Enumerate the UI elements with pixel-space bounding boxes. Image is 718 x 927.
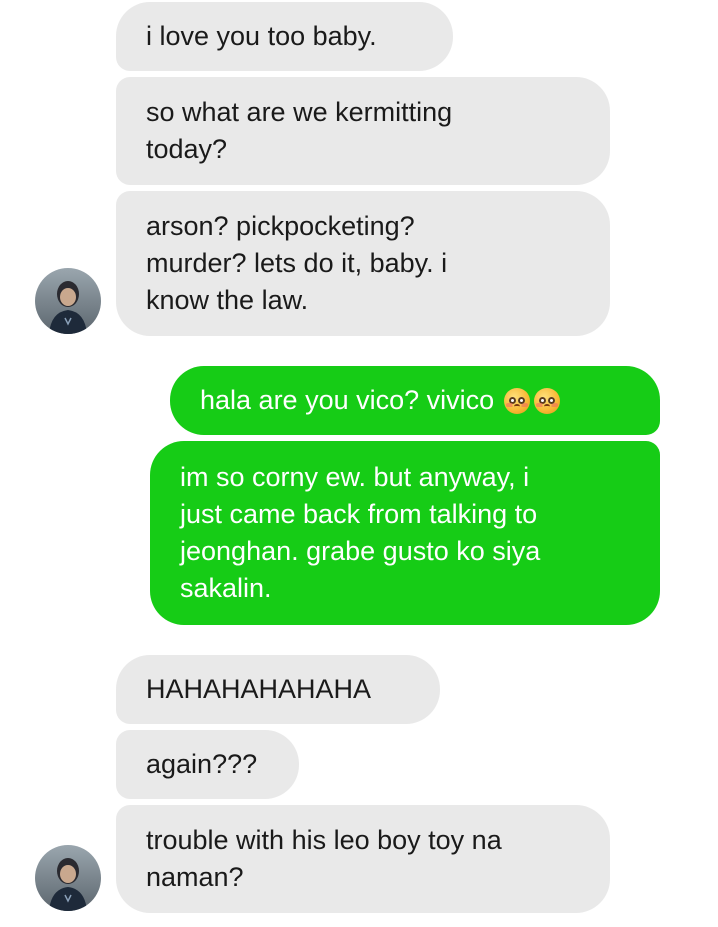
chat-thread: i love you too baby. so what are we kerm… bbox=[0, 0, 718, 927]
message-bubble-incoming[interactable]: i love you too baby. bbox=[116, 2, 453, 71]
message-text: so what are we kermitting today? bbox=[146, 97, 453, 164]
message-text: i love you too baby. bbox=[146, 21, 377, 51]
message-bubble-incoming[interactable]: so what are we kermitting today? bbox=[116, 77, 610, 185]
message-bubble-outgoing[interactable]: im so corny ew. but anyway, i just came … bbox=[150, 441, 660, 625]
avatar-photo bbox=[35, 268, 101, 334]
contact-avatar[interactable] bbox=[35, 268, 101, 334]
message-text: hala are you vico? vivico bbox=[200, 385, 495, 415]
message-text: again??? bbox=[146, 749, 258, 779]
message-text: trouble with his leo boy toy na naman? bbox=[146, 825, 502, 892]
message-bubble-outgoing[interactable]: hala are you vico? vivico bbox=[170, 366, 660, 435]
pleading-face-icon bbox=[534, 387, 561, 414]
message-text: im so corny ew. but anyway, i just came … bbox=[180, 462, 541, 603]
avatar-photo bbox=[35, 845, 101, 911]
pleading-face-icon bbox=[504, 387, 531, 414]
message-text: HAHAHAHAHAHA bbox=[146, 674, 372, 704]
message-bubble-incoming[interactable]: HAHAHAHAHAHA bbox=[116, 655, 440, 724]
message-bubble-incoming[interactable]: arson? pickpocketing? murder? lets do it… bbox=[116, 191, 610, 336]
message-text: arson? pickpocketing? murder? lets do it… bbox=[146, 211, 448, 315]
message-bubble-incoming[interactable]: trouble with his leo boy toy na naman? bbox=[116, 805, 610, 913]
message-bubble-incoming[interactable]: again??? bbox=[116, 730, 299, 799]
contact-avatar[interactable] bbox=[35, 845, 101, 911]
